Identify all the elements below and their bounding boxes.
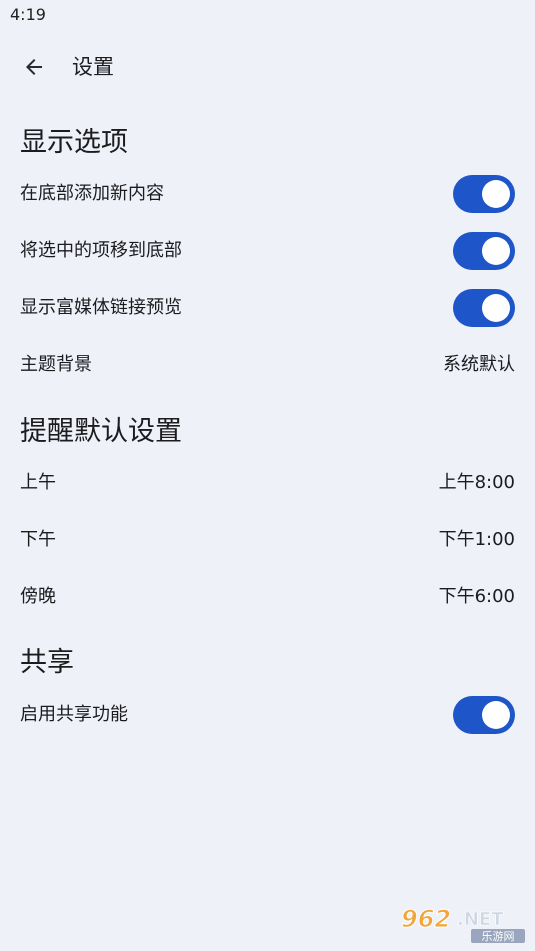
section-title-reminder-defaults: 提醒默认设置: [20, 416, 182, 447]
toggle-switch[interactable]: [453, 289, 515, 327]
setting-label: 将选中的项移到底部: [20, 240, 182, 261]
section-title-display-options: 显示选项: [20, 127, 128, 158]
setting-label: 傍晚: [20, 586, 56, 607]
setting-row-afternoon[interactable]: 下午 下午1:00: [0, 515, 535, 565]
setting-row-theme[interactable]: 主题背景 系统默认: [0, 340, 535, 390]
toggle-thumb: [482, 180, 510, 208]
setting-row-add-new-at-bottom[interactable]: 在底部添加新内容: [0, 169, 535, 219]
section-title-sharing: 共享: [20, 647, 74, 678]
setting-value: 上午8:00: [438, 472, 515, 493]
setting-label: 主题背景: [20, 354, 92, 375]
setting-label: 上午: [20, 472, 56, 493]
watermark-logo: 962 .NET 乐游网: [401, 905, 525, 943]
setting-label: 在底部添加新内容: [20, 183, 164, 204]
top-app-bar: 设置: [0, 45, 535, 89]
setting-row-morning[interactable]: 上午 上午8:00: [0, 458, 535, 508]
setting-row-move-checked-to-bottom[interactable]: 将选中的项移到底部: [0, 226, 535, 276]
toggle-switch[interactable]: [453, 232, 515, 270]
setting-row-evening[interactable]: 傍晚 下午6:00: [0, 572, 535, 622]
setting-row-rich-link-preview[interactable]: 显示富媒体链接预览: [0, 283, 535, 333]
toggle-switch[interactable]: [453, 696, 515, 734]
svg-text:962: 962: [401, 905, 451, 933]
setting-label: 下午: [20, 529, 56, 550]
setting-label: 显示富媒体链接预览: [20, 297, 182, 318]
toggle-thumb: [482, 701, 510, 729]
arrow-left-icon: [26, 59, 42, 75]
page-title: 设置: [72, 55, 114, 79]
svg-text:乐游网: 乐游网: [482, 930, 515, 943]
status-bar-time: 4:19: [10, 5, 46, 24]
setting-value: 下午1:00: [438, 529, 515, 550]
setting-label: 启用共享功能: [20, 704, 128, 725]
toggle-thumb: [482, 294, 510, 322]
toggle-thumb: [482, 237, 510, 265]
back-button[interactable]: [18, 51, 50, 83]
setting-value: 下午6:00: [438, 586, 515, 607]
toggle-switch[interactable]: [453, 175, 515, 213]
setting-row-enable-sharing[interactable]: 启用共享功能: [0, 690, 535, 740]
svg-text:.NET: .NET: [457, 909, 504, 930]
setting-value: 系统默认: [443, 354, 515, 375]
